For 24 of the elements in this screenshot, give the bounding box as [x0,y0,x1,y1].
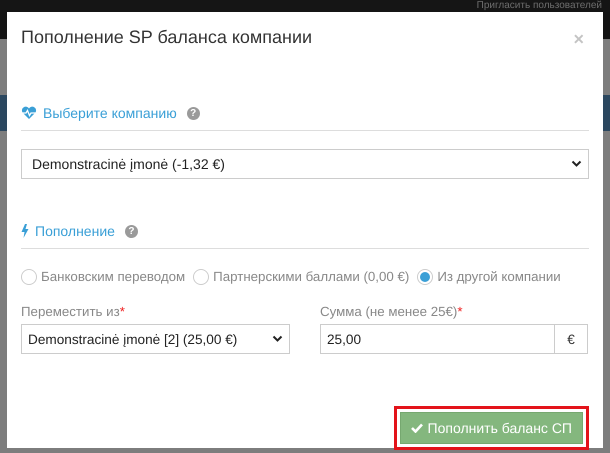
modal-title: Пополнение SP баланса компании [21,27,312,48]
payment-method-option[interactable]: Из другой компании [417,268,561,284]
invite-users-link[interactable]: Пригласить пользователей [476,0,602,11]
help-icon[interactable]: ? [186,106,200,120]
payment-method-option[interactable]: Партнерскими баллами (0,00 €) [193,268,410,284]
radio-button[interactable] [193,268,210,284]
radio-button[interactable] [417,268,434,284]
lightning-icon [21,224,29,238]
heartbeat-icon [21,106,37,120]
payment-method-option[interactable]: Банковским переводом [21,268,186,284]
field-label: Сумма (не менее 25€)* [320,304,464,321]
field-label: Переместить из* [21,304,126,321]
section-title: Выберите компанию [43,105,177,121]
source-company-select[interactable]: Demonstracinė įmonė [2] (25,00 €) [21,324,290,354]
submit-button[interactable]: Пополнить баланс СП [400,412,583,444]
amount-input[interactable]: 25,00 [320,324,554,354]
chevron-icon [272,335,283,343]
help-icon[interactable]: ? [124,224,138,238]
chevron-icon [571,160,582,168]
section-title: Пополнение [35,223,115,239]
company-select[interactable]: Demonstracinė įmonė (-1,32 €) [21,149,589,179]
radio-button[interactable] [21,268,37,284]
currency-addon: € [554,324,588,354]
checkmark-icon [410,423,423,433]
